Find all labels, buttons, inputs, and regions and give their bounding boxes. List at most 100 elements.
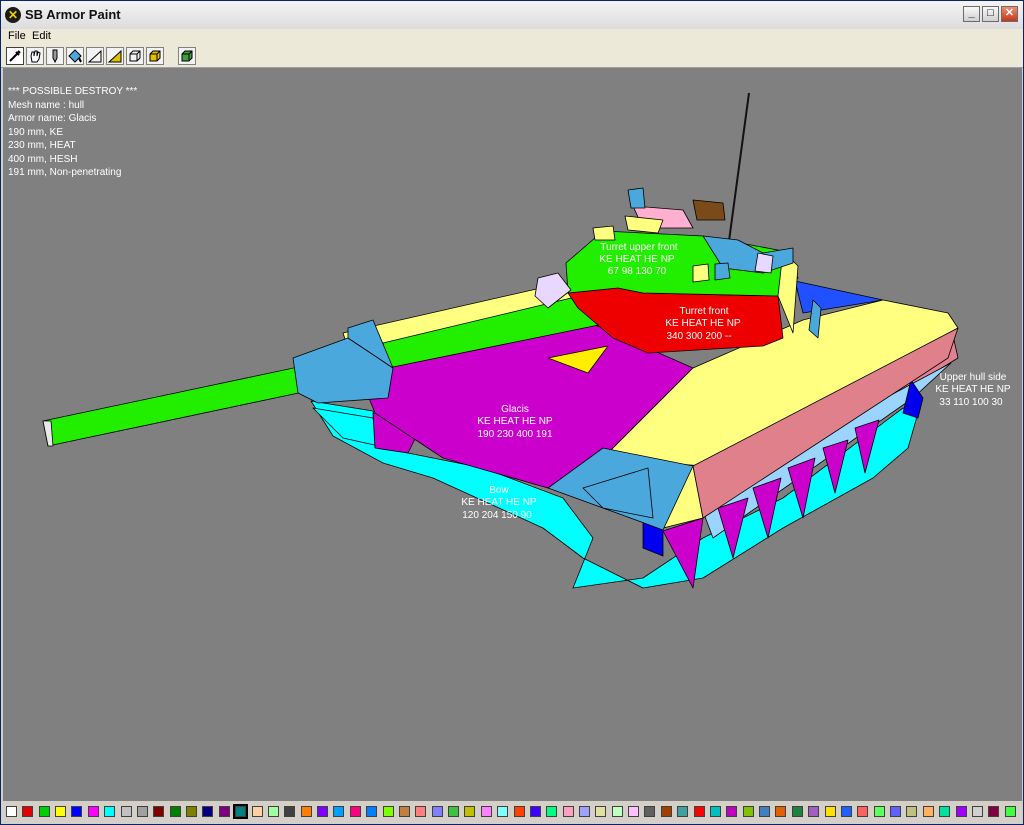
palette-swatch[interactable] xyxy=(284,806,295,817)
palette-swatch[interactable] xyxy=(808,806,819,817)
tank-model[interactable]: Turret upper front KE HEAT HE NP 67 98 1… xyxy=(3,68,1022,801)
app-window: ✕ SB Armor Paint _ □ ✕ File Edit Turret … xyxy=(0,0,1024,825)
palette-swatch[interactable] xyxy=(775,806,786,817)
palette-swatch[interactable] xyxy=(825,806,836,817)
palette-swatch[interactable] xyxy=(333,806,344,817)
palette-swatch[interactable] xyxy=(399,806,410,817)
palette-swatch[interactable] xyxy=(202,806,213,817)
palette-swatch[interactable] xyxy=(546,806,557,817)
palette-swatch[interactable] xyxy=(383,806,394,817)
palette-swatch[interactable] xyxy=(874,806,885,817)
cube-outline-tool[interactable] xyxy=(126,47,144,65)
title-bar[interactable]: ✕ SB Armor Paint _ □ ✕ xyxy=(1,1,1023,30)
paint-tool[interactable] xyxy=(66,47,84,65)
armor-name: Armor name: Glacis xyxy=(8,113,97,124)
palette-swatch[interactable] xyxy=(71,806,82,817)
sb-app-icon[interactable]: ✕ xyxy=(5,7,21,23)
turret-front-label-name: Turret front xyxy=(679,306,728,317)
palette-swatch[interactable] xyxy=(6,806,17,817)
palette-swatch[interactable] xyxy=(497,806,508,817)
palette-swatch[interactable] xyxy=(563,806,574,817)
cube-shaded-icon xyxy=(181,50,193,62)
glacis-label-values: 190 230 400 191 xyxy=(477,429,553,440)
palette-swatch[interactable] xyxy=(448,806,459,817)
mesh-name: Mesh name : hull xyxy=(8,99,85,111)
palette-swatch[interactable] xyxy=(939,806,950,817)
palette-swatch[interactable] xyxy=(121,806,132,817)
palette-swatch[interactable] xyxy=(464,806,475,817)
palette-swatch[interactable] xyxy=(612,806,623,817)
palette-swatch[interactable] xyxy=(415,806,426,817)
palette-swatch[interactable] xyxy=(956,806,967,817)
bow-label-name: Bow xyxy=(489,485,509,496)
palette-swatch[interactable] xyxy=(514,806,525,817)
hit-info-panel: *** POSSIBLE DESTROY *** Mesh name : hul… xyxy=(8,85,137,180)
palette-swatch[interactable] xyxy=(432,806,443,817)
toolbar xyxy=(1,45,1023,68)
palette-swatch[interactable] xyxy=(88,806,99,817)
palette-swatch[interactable] xyxy=(153,806,164,817)
menu-file[interactable]: File xyxy=(5,30,29,42)
hand-tool[interactable] xyxy=(26,47,44,65)
pen-tool[interactable] xyxy=(46,47,64,65)
hit-status: *** POSSIBLE DESTROY *** xyxy=(8,86,138,97)
triangle-outline-tool[interactable] xyxy=(86,47,104,65)
armor-np: 191 mm, Non-penetrating xyxy=(8,167,122,178)
3d-viewport[interactable]: Turret upper front KE HEAT HE NP 67 98 1… xyxy=(3,68,1022,801)
palette-swatch[interactable] xyxy=(268,806,279,817)
cube-outline-icon xyxy=(129,50,141,62)
maximize-button[interactable]: □ xyxy=(982,6,999,22)
turret-front-label-header: KE HEAT HE NP xyxy=(665,318,741,329)
turret-upper-label-header: KE HEAT HE NP xyxy=(599,254,675,265)
palette-swatch[interactable] xyxy=(792,806,803,817)
palette-swatch[interactable] xyxy=(628,806,639,817)
palette-swatch[interactable] xyxy=(595,806,606,817)
palette-swatch[interactable] xyxy=(137,806,148,817)
palette-swatch[interactable] xyxy=(759,806,770,817)
palette-swatch[interactable] xyxy=(219,806,230,817)
palette-swatch[interactable] xyxy=(481,806,492,817)
palette-swatch[interactable] xyxy=(170,806,181,817)
close-button[interactable]: ✕ xyxy=(1001,6,1018,22)
eyedropper-tool[interactable] xyxy=(6,47,24,65)
palette-swatch[interactable] xyxy=(710,806,721,817)
cube-solid-icon xyxy=(149,50,161,62)
palette-swatch[interactable] xyxy=(317,806,328,817)
triangle-filled-tool[interactable] xyxy=(106,47,124,65)
palette-swatch[interactable] xyxy=(55,806,66,817)
palette-swatch[interactable] xyxy=(350,806,361,817)
armor-ke: 190 mm, KE xyxy=(8,126,64,138)
palette-swatch[interactable] xyxy=(530,806,541,817)
palette-swatch[interactable] xyxy=(22,806,33,817)
upper-hull-side-label-name: Upper hull side xyxy=(940,372,1007,383)
palette-swatch[interactable] xyxy=(579,806,590,817)
cube-solid-tool[interactable] xyxy=(146,47,164,65)
minimize-button[interactable]: _ xyxy=(963,6,980,22)
menu-edit[interactable]: Edit xyxy=(29,30,54,42)
palette-swatch[interactable] xyxy=(857,806,868,817)
palette-swatch[interactable] xyxy=(644,806,655,817)
cube-shaded-tool[interactable] xyxy=(178,47,196,65)
palette-swatch[interactable] xyxy=(104,806,115,817)
palette-swatch[interactable] xyxy=(890,806,901,817)
armor-heat: 230 mm, HEAT xyxy=(8,140,76,151)
palette-swatch[interactable] xyxy=(694,806,705,817)
palette-swatch[interactable] xyxy=(988,806,999,817)
palette-swatch[interactable] xyxy=(906,806,917,817)
palette-swatch[interactable] xyxy=(366,806,377,817)
palette-swatch[interactable] xyxy=(252,806,263,817)
palette-swatch[interactable] xyxy=(39,806,50,817)
minimize-icon: _ xyxy=(968,7,975,19)
palette-swatch[interactable] xyxy=(677,806,688,817)
palette-swatch[interactable] xyxy=(186,806,197,817)
palette-swatch[interactable] xyxy=(661,806,672,817)
palette-swatch[interactable] xyxy=(726,806,737,817)
palette-swatch[interactable] xyxy=(1005,806,1016,817)
palette-swatch[interactable] xyxy=(743,806,754,817)
palette-swatch[interactable] xyxy=(972,806,983,817)
palette-swatch[interactable] xyxy=(233,804,248,819)
palette-swatch[interactable] xyxy=(923,806,934,817)
palette-swatch[interactable] xyxy=(301,806,312,817)
palette-swatch[interactable] xyxy=(841,806,852,817)
close-icon: ✕ xyxy=(1004,7,1015,19)
